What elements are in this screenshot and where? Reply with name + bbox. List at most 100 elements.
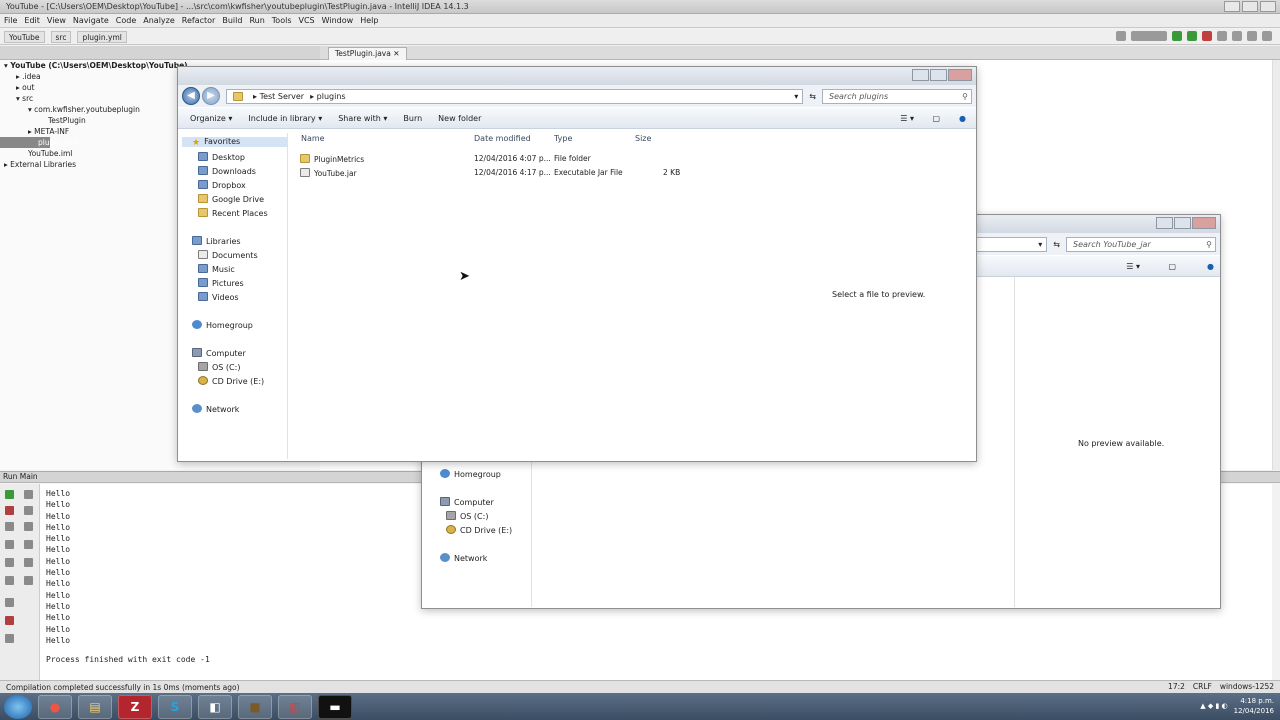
- nav-videos[interactable]: Videos: [198, 292, 239, 302]
- file-encoding[interactable]: windows-1252: [1220, 682, 1274, 691]
- explorer-front-maximize-button[interactable]: [930, 69, 947, 81]
- nav-computer[interactable]: Computer: [440, 497, 494, 507]
- breadcrumb-src[interactable]: src: [50, 30, 72, 43]
- nav-recent-places[interactable]: Recent Places: [198, 208, 268, 218]
- back-button[interactable]: ◀: [182, 87, 200, 105]
- nav-drive-e[interactable]: CD Drive (E:): [198, 376, 264, 386]
- menu-window[interactable]: Window: [322, 16, 354, 25]
- ide-maximize-button[interactable]: [1242, 1, 1258, 12]
- run-config-selector[interactable]: [1131, 31, 1167, 41]
- down-icon[interactable]: [24, 506, 33, 515]
- nav-network[interactable]: Network: [440, 553, 487, 563]
- explorer-taskbar-button[interactable]: ▤: [78, 694, 112, 719]
- menu-vcs[interactable]: VCS: [299, 16, 315, 25]
- help-circle-icon[interactable]: ●: [1207, 262, 1214, 271]
- rerun-icon[interactable]: [5, 490, 14, 499]
- explorer-back-maximize-button[interactable]: [1174, 217, 1191, 229]
- settings-run-icon[interactable]: [5, 576, 14, 585]
- menu-help[interactable]: Help: [360, 16, 378, 25]
- breadcrumb-plugins[interactable]: ▸ plugins: [310, 92, 345, 101]
- nav-downloads[interactable]: Downloads: [198, 166, 256, 176]
- help-icon[interactable]: [1262, 31, 1272, 41]
- nav-documents[interactable]: Documents: [198, 250, 258, 260]
- nav-homegroup[interactable]: Homegroup: [192, 320, 253, 330]
- file-row-pluginmetrics[interactable]: PluginMetrics: [300, 154, 364, 164]
- minecraft-taskbar-button[interactable]: ■: [238, 694, 272, 719]
- ide-close-button[interactable]: [1260, 1, 1276, 12]
- menu-navigate[interactable]: Navigate: [73, 16, 109, 25]
- menu-edit[interactable]: Edit: [24, 16, 40, 25]
- menu-tools[interactable]: Tools: [272, 16, 292, 25]
- column-header-size[interactable]: Size: [635, 134, 651, 143]
- breadcrumb-test-server[interactable]: ▸ Test Server: [253, 92, 304, 101]
- forward-button[interactable]: ▶: [202, 87, 220, 105]
- nav-favorites[interactable]: ★ Favorites: [182, 137, 288, 148]
- explorer-back-minimize-button[interactable]: [1156, 217, 1173, 229]
- column-header-date[interactable]: Date modified: [474, 134, 531, 143]
- skype-taskbar-button[interactable]: S: [158, 694, 192, 719]
- explorer-front-close-button[interactable]: [948, 69, 972, 81]
- clock[interactable]: 4:18 p.m. 12/04/2016: [1234, 696, 1274, 716]
- share-with-button[interactable]: Share with ▾: [338, 114, 387, 123]
- breadcrumb-project[interactable]: YouTube: [4, 30, 45, 43]
- nav-drive-e[interactable]: CD Drive (E:): [446, 525, 512, 535]
- column-header-type[interactable]: Type: [554, 134, 572, 143]
- explorer-front-address-bar[interactable]: ▸ Test Server ▸ plugins ▾: [226, 88, 804, 104]
- line-separator[interactable]: CRLF: [1193, 682, 1212, 691]
- menu-code[interactable]: Code: [116, 16, 136, 25]
- explorer-front-search-input[interactable]: Search plugins ⚲: [822, 88, 972, 104]
- burn-button[interactable]: Burn: [403, 114, 422, 123]
- close-run-icon[interactable]: [5, 616, 14, 625]
- new-folder-button[interactable]: New folder: [438, 114, 481, 123]
- menu-run[interactable]: Run: [249, 16, 264, 25]
- view-options-icon[interactable]: ☰ ▾: [1126, 262, 1140, 271]
- nav-libraries[interactable]: Libraries: [192, 236, 241, 246]
- menu-view[interactable]: View: [47, 16, 66, 25]
- pin-icon[interactable]: [5, 598, 14, 607]
- start-button[interactable]: [4, 694, 32, 719]
- explorer-front-minimize-button[interactable]: [912, 69, 929, 81]
- menu-file[interactable]: File: [4, 16, 17, 25]
- nav-google-drive[interactable]: Google Drive: [198, 194, 264, 204]
- config-icon[interactable]: [1116, 31, 1126, 41]
- wrap-icon[interactable]: [24, 522, 33, 531]
- menu-analyze[interactable]: Analyze: [143, 16, 175, 25]
- tree-item-plugin-yml[interactable]: plugin.yml: [0, 137, 77, 148]
- pause-icon[interactable]: [5, 522, 14, 531]
- chevron-down-icon[interactable]: ▾: [1038, 240, 1042, 249]
- breadcrumb-file[interactable]: plugin.yml: [77, 30, 127, 43]
- settings-icon[interactable]: [1232, 31, 1242, 41]
- explorer-back-close-button[interactable]: [1192, 217, 1216, 229]
- menu-build[interactable]: Build: [222, 16, 242, 25]
- preview-pane-icon[interactable]: ▢: [932, 114, 940, 123]
- chrome-taskbar-button[interactable]: ●: [38, 694, 72, 719]
- menu-refactor[interactable]: Refactor: [182, 16, 216, 25]
- nav-desktop[interactable]: Desktop: [198, 152, 245, 162]
- sdk-icon[interactable]: [1217, 31, 1227, 41]
- chevron-down-icon[interactable]: ▾: [794, 92, 798, 101]
- explorer-front-file-list[interactable]: Name Date modified Type Size PluginMetri…: [288, 129, 976, 459]
- up-icon[interactable]: [24, 490, 33, 499]
- nav-network[interactable]: Network: [192, 404, 239, 414]
- print-icon[interactable]: [24, 558, 33, 567]
- refresh-icon[interactable]: ⇆: [809, 92, 816, 101]
- scroll-end-icon[interactable]: [24, 540, 33, 549]
- help-run-icon[interactable]: [5, 634, 14, 643]
- file-row-youtube-jar[interactable]: YouTube.jar: [300, 168, 357, 178]
- explorer-back-search-input[interactable]: Search YouTube_jar ⚲: [1066, 236, 1216, 252]
- nav-pictures[interactable]: Pictures: [198, 278, 244, 288]
- app-taskbar-button[interactable]: ◧: [198, 694, 232, 719]
- terminal-taskbar-button[interactable]: ▬: [318, 694, 352, 719]
- editor-tab-testplugin[interactable]: TestPlugin.java ✕: [328, 47, 407, 60]
- organize-button[interactable]: Organize ▾: [190, 114, 232, 123]
- run-icon[interactable]: [1172, 31, 1182, 41]
- debug-icon[interactable]: [1187, 31, 1197, 41]
- editor-scrollbar[interactable]: [1272, 60, 1280, 470]
- tray-icons[interactable]: ▲ ◆ ▮ ◐: [1200, 701, 1227, 711]
- dump-icon[interactable]: [5, 540, 14, 549]
- ide-minimize-button[interactable]: [1224, 1, 1240, 12]
- include-in-library-button[interactable]: Include in library ▾: [248, 114, 322, 123]
- help-circle-icon[interactable]: ●: [959, 114, 966, 123]
- preview-pane-icon[interactable]: ▢: [1168, 262, 1176, 271]
- nav-homegroup[interactable]: Homegroup: [440, 469, 501, 479]
